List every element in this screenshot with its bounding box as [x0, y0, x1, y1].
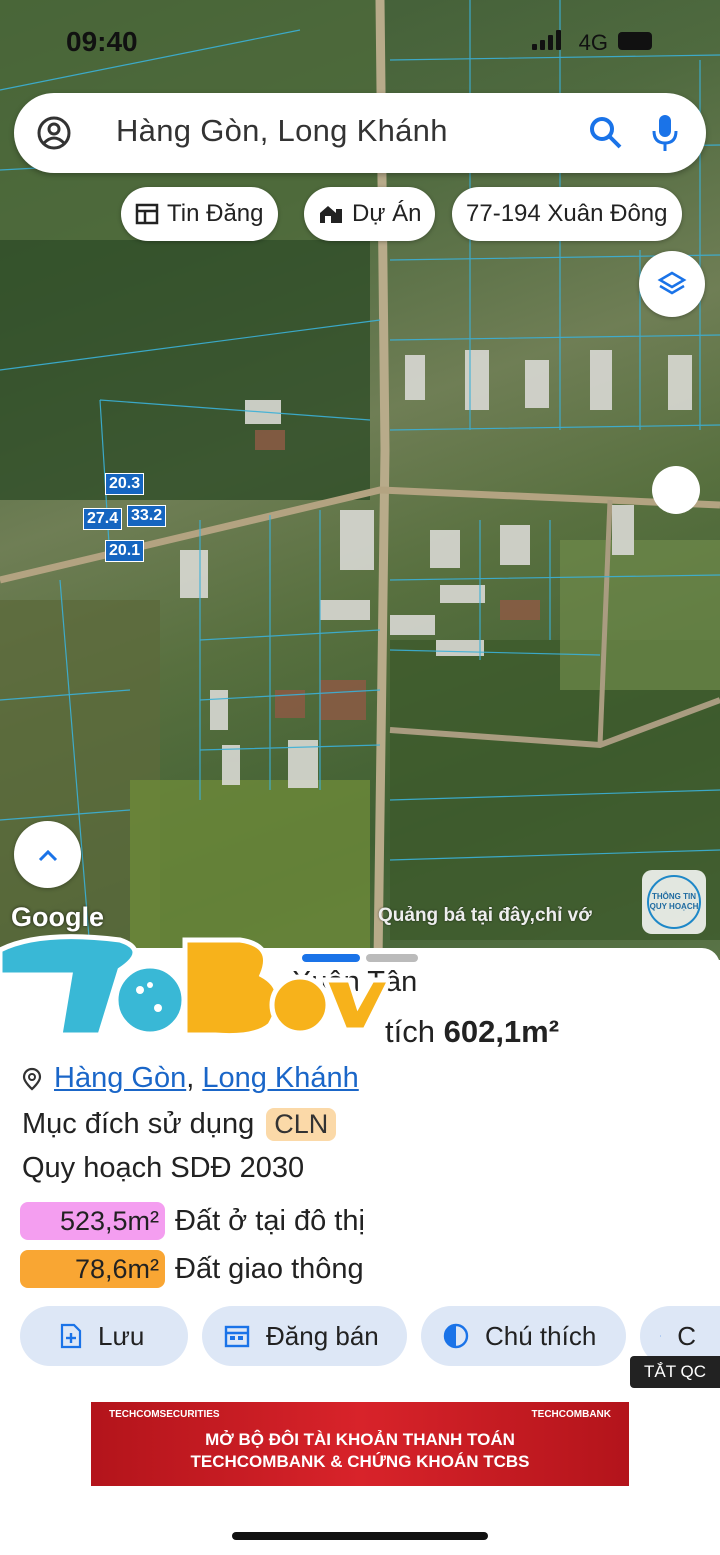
save-button[interactable]: Lưu	[20, 1306, 188, 1366]
measurement-label: 33.2	[127, 505, 167, 527]
expand-up-button[interactable]	[14, 821, 81, 888]
network-type: 4G	[578, 30, 608, 55]
battery-icon	[618, 32, 652, 50]
chevron-up-icon	[38, 849, 57, 861]
chip-label: 77-194 Xuân Đông	[466, 200, 668, 227]
map-ad-text[interactable]: Quảng bá tại đây,chỉ vớ	[378, 905, 592, 927]
listing-icon	[135, 203, 159, 225]
zone-area-badge: 523,5m²	[20, 1202, 165, 1240]
thibay-sticker-logo	[0, 934, 390, 1038]
chip-label: Dự Án	[352, 200, 422, 227]
planning-info-label: THÔNG TIN QUY HOẠCH	[647, 875, 701, 929]
zone-row: 523,5m² Đất ở tại đô thị	[20, 1202, 365, 1240]
purpose-label: Mục đích sử dụng	[22, 1108, 255, 1140]
parcel-area: tích 602,1m²	[385, 1014, 559, 1050]
purpose-code-badge: CLN	[266, 1108, 337, 1141]
home-indicator[interactable]	[232, 1532, 488, 1540]
calendar-icon	[224, 1325, 250, 1348]
parcel-area-value: 602,1m²	[443, 1014, 560, 1049]
add-file-icon	[60, 1323, 82, 1349]
status-bar: 09:40 4G	[0, 26, 720, 62]
search-input[interactable]: Hàng Gòn, Long Khánh	[116, 113, 448, 149]
chip-address[interactable]: 77-194 Xuân Đông	[452, 187, 682, 241]
land-use-purpose: Mục đích sử dụng CLN	[22, 1108, 337, 1141]
cellular-signal-icon	[532, 30, 562, 50]
measurement-label: 20.3	[105, 473, 145, 495]
layers-icon	[657, 271, 687, 295]
action-label: Đăng bán	[266, 1320, 379, 1351]
contrast-icon	[443, 1323, 469, 1349]
ad-banner[interactable]: TECHCOMSECURITIES TECHCOMBANK MỞ BỘ ĐÔI …	[91, 1402, 629, 1486]
google-logo: Google	[11, 902, 104, 932]
banner-line-2: TECHCOMBANK & CHỨNG KHOÁN TCBS	[190, 1452, 530, 1471]
action-label: Chú thích	[485, 1320, 597, 1351]
satellite-map[interactable]: 09:40 4G Hàng Gòn, Long Khánh Tin Đăng D…	[0, 0, 720, 960]
account-icon[interactable]	[36, 115, 72, 151]
zone-area-badge: 78,6m²	[20, 1250, 165, 1288]
ward-link[interactable]: Hàng Gòn	[54, 1062, 186, 1095]
banner-brand-left: TECHCOMSECURITIES	[109, 1409, 220, 1420]
camera-icon	[660, 1335, 662, 1337]
status-time: 09:40	[66, 26, 138, 57]
planning-info-button[interactable]: THÔNG TIN QUY HOẠCH	[642, 870, 706, 934]
plan-title: Quy hoạch SDĐ 2030	[22, 1152, 305, 1184]
action-label: Lưu	[98, 1320, 145, 1351]
assistive-touch-button[interactable]	[652, 466, 700, 514]
legend-button[interactable]: Chú thích	[421, 1306, 626, 1366]
parcel-location: Hàng Gòn , Long Khánh	[22, 1062, 359, 1095]
measurement-label: 27.4	[83, 508, 123, 530]
measurement-label: 20.1	[105, 540, 145, 562]
chip-listings[interactable]: Tin Đăng	[121, 187, 278, 241]
city-link[interactable]: Long Khánh	[202, 1062, 358, 1095]
layers-button[interactable]	[639, 251, 705, 317]
location-pin-icon	[22, 1067, 42, 1090]
zone-label: Đất ở tại đô thị	[175, 1204, 365, 1237]
mic-icon[interactable]	[650, 113, 680, 153]
banner-brand-right: TECHCOMBANK	[531, 1409, 611, 1420]
chip-projects[interactable]: Dự Án	[304, 187, 436, 241]
zone-label: Đất giao thông	[175, 1252, 364, 1285]
search-bar[interactable]: Hàng Gòn, Long Khánh	[14, 93, 706, 173]
parcel-area-prefix: tích	[385, 1014, 435, 1049]
hide-ads-button[interactable]: TẮT QC	[630, 1356, 720, 1388]
house-icon	[320, 206, 342, 223]
chip-label: Tin Đăng	[167, 200, 264, 227]
post-sale-button[interactable]: Đăng bán	[202, 1306, 407, 1366]
location-separator: ,	[186, 1062, 203, 1094]
zone-row: 78,6m² Đất giao thông	[20, 1250, 364, 1288]
search-icon[interactable]	[588, 115, 624, 151]
banner-line-1: MỞ BỘ ĐÔI TÀI KHOẢN THANH TOÁN	[205, 1430, 515, 1449]
action-label: C	[677, 1320, 696, 1351]
